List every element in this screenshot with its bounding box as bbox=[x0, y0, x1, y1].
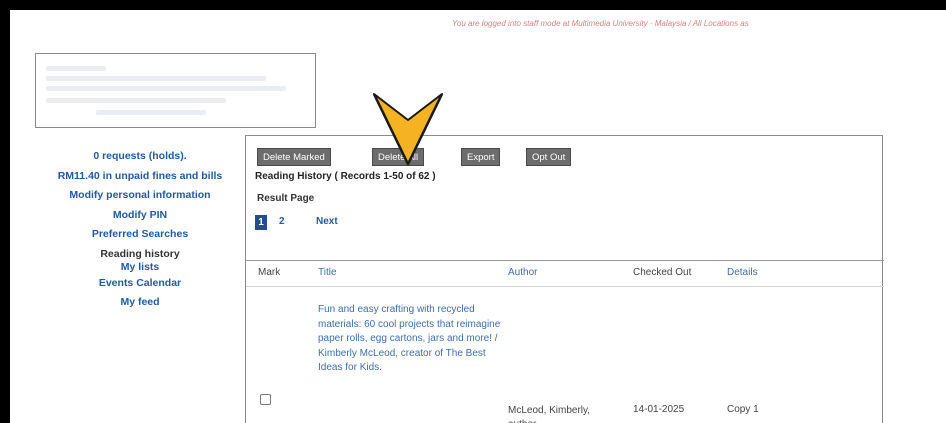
table-header-divider bbox=[246, 260, 884, 261]
next-page-link[interactable]: Next bbox=[316, 216, 338, 227]
result-page-label: Result Page bbox=[257, 193, 315, 204]
row-author: McLeod, Kimberly, author. bbox=[508, 405, 591, 423]
sidebar-fines-link[interactable]: RM11.40 in unpaid fines and bills bbox=[38, 167, 242, 187]
row-details: Copy 1 bbox=[727, 404, 759, 415]
export-button[interactable]: Export bbox=[461, 148, 501, 166]
sidebar-events-calendar-link[interactable]: Events Calendar bbox=[38, 274, 242, 294]
sidebar-preferred-searches-link[interactable]: Preferred Searches bbox=[38, 225, 242, 245]
opt-out-button[interactable]: Opt Out bbox=[526, 148, 572, 166]
sidebar-requests-link[interactable]: 0 requests (holds). bbox=[38, 147, 242, 167]
delete-marked-button[interactable]: Delete Marked bbox=[257, 148, 331, 166]
table-row-divider bbox=[246, 286, 884, 287]
page-1-current: 1 bbox=[255, 215, 267, 230]
patron-sidebar: 0 requests (holds). RM11.40 in unpaid fi… bbox=[38, 147, 242, 313]
page: You are logged into staff mode at Multim… bbox=[10, 10, 946, 423]
sidebar-my-lists-link[interactable]: My lists bbox=[38, 260, 242, 274]
sidebar-modify-info-link[interactable]: Modify personal information bbox=[38, 186, 242, 206]
page-2-link[interactable]: 2 bbox=[279, 216, 285, 227]
row-title-link[interactable]: Fun and easy crafting with recycled mate… bbox=[318, 303, 502, 376]
patron-info-box bbox=[35, 53, 316, 128]
down-chevron-arrow-icon bbox=[372, 93, 444, 166]
column-header-title[interactable]: Title bbox=[318, 267, 337, 278]
row-checked-out-date: 14-01-2025 bbox=[633, 404, 685, 415]
reading-history-panel: Delete Marked Delete All Export Opt Out … bbox=[245, 135, 884, 423]
column-header-author[interactable]: Author bbox=[508, 267, 537, 278]
reading-history-title: Reading History ( Records 1-50 of 62 ) bbox=[255, 171, 436, 182]
sidebar-modify-pin-link[interactable]: Modify PIN bbox=[38, 206, 242, 226]
column-header-mark: Mark bbox=[258, 267, 281, 278]
sidebar-my-feed-link[interactable]: My feed bbox=[38, 293, 242, 313]
sidebar-reading-history-current: Reading history bbox=[100, 247, 180, 260]
column-header-details[interactable]: Details bbox=[727, 267, 758, 278]
column-header-checked-out: Checked Out bbox=[633, 267, 692, 278]
row-mark-checkbox[interactable] bbox=[260, 394, 271, 405]
login-banner: You are logged into staff mode at Multim… bbox=[452, 19, 749, 28]
